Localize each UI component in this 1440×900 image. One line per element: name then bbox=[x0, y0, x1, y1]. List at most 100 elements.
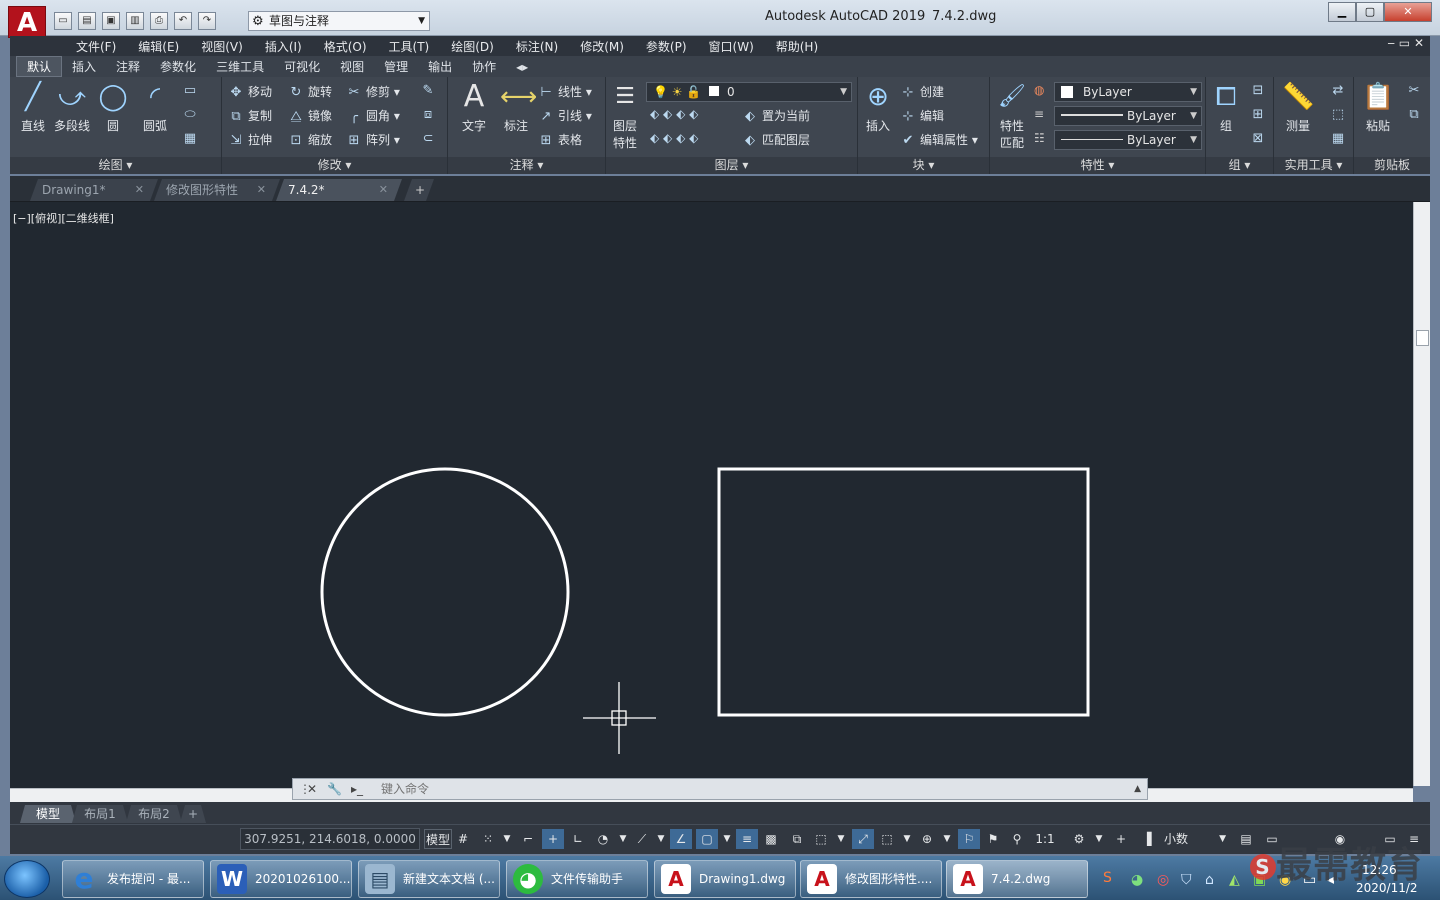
circle-button[interactable]: ◯ 圆 bbox=[96, 81, 130, 134]
menu-view[interactable]: 视图(V) bbox=[190, 38, 254, 55]
linear-button[interactable]: ⊢ 线性 ▾ bbox=[538, 83, 592, 100]
ungroup-icon[interactable]: ⊟ bbox=[1250, 83, 1270, 98]
sogou-icon[interactable]: S bbox=[1103, 870, 1112, 886]
snap-icon[interactable]: ⁙ bbox=[478, 829, 498, 849]
tab-output[interactable]: 输出 bbox=[418, 57, 462, 76]
panel-title-annotation[interactable]: 注释 ▾ bbox=[448, 157, 605, 174]
taskbar-item-notepad[interactable]: ▤ 新建文本文档 (... bbox=[358, 860, 500, 898]
maximize-button[interactable]: ▢ bbox=[1356, 2, 1384, 22]
match-properties-button[interactable]: 🖌 特性 匹配 bbox=[992, 81, 1032, 151]
vertical-scrollbar[interactable] bbox=[1413, 202, 1430, 786]
close-button[interactable]: ✕ bbox=[1384, 2, 1432, 22]
isodraft-icon[interactable]: ⟋ bbox=[632, 829, 652, 849]
menu-help[interactable]: 帮助(H) bbox=[765, 38, 829, 55]
quick-select-icon[interactable]: ⇄ bbox=[1330, 83, 1350, 98]
add-layout-button[interactable]: + bbox=[180, 805, 206, 823]
menu-draw[interactable]: 绘图(D) bbox=[440, 38, 505, 55]
fillet-button[interactable]: ╭ 圆角 ▾ bbox=[346, 107, 400, 124]
taskbar-item-wechat[interactable]: ◕ 文件传输助手 bbox=[506, 860, 648, 898]
panel-title-modify[interactable]: 修改 ▾ bbox=[222, 157, 447, 174]
group-button[interactable]: ⧠ 组 bbox=[1208, 81, 1244, 134]
taskbar-item-742[interactable]: A 7.4.2.dwg bbox=[946, 860, 1088, 898]
tab-layout1[interactable]: 布局1 bbox=[72, 805, 128, 823]
measure-button[interactable]: 📏 测量 bbox=[1278, 81, 1318, 134]
selection-filter-icon[interactable]: ⬚ bbox=[876, 829, 898, 849]
rectangle-button[interactable]: ▭ bbox=[182, 83, 202, 98]
chevron-down-icon[interactable]: ▼ bbox=[940, 829, 954, 849]
paste-button[interactable]: 📋 粘贴 bbox=[1358, 81, 1398, 134]
mirror-button[interactable]: ⧋ 镜像 bbox=[288, 107, 332, 124]
chevron-down-icon[interactable]: ▼ bbox=[616, 829, 630, 849]
print-icon[interactable]: ⎙ bbox=[150, 12, 168, 30]
erase-button[interactable]: ✎ bbox=[420, 83, 440, 98]
open-icon[interactable]: ▤ bbox=[78, 12, 96, 30]
move-button[interactable]: ✥ 移动 bbox=[228, 83, 272, 100]
save-icon[interactable]: ▣ bbox=[102, 12, 120, 30]
tab-3d-tools[interactable]: 三维工具 bbox=[206, 57, 274, 76]
menu-format[interactable]: 格式(O) bbox=[313, 38, 378, 55]
clock-time[interactable]: 12:26 bbox=[1362, 863, 1397, 877]
insert-block-button[interactable]: ⊕ 插入 bbox=[860, 81, 896, 134]
tab-insert[interactable]: 插入 bbox=[62, 57, 106, 76]
copy-button[interactable]: ⧉ 复制 bbox=[228, 107, 272, 124]
linetype-dropdown[interactable]: ByLayer ▼ bbox=[1054, 130, 1202, 150]
close-icon[interactable]: ✕ bbox=[135, 179, 144, 201]
chevron-down-icon[interactable]: ▼ bbox=[654, 829, 668, 849]
document-window-controls[interactable]: ‒ ▭ ✕ bbox=[1387, 36, 1424, 50]
ellipse-button[interactable]: ⬭ bbox=[182, 107, 202, 122]
ribbon-toggle-icon[interactable]: ◂▸ bbox=[506, 59, 538, 75]
menu-insert[interactable]: 插入(I) bbox=[254, 38, 313, 55]
doc-tab-742[interactable]: 7.4.2* ✕ bbox=[276, 179, 402, 201]
tab-default[interactable]: 默认 bbox=[16, 56, 63, 77]
close-icon[interactable]: ✕ bbox=[257, 179, 266, 201]
annotation-scale-icon[interactable]: ⚲ bbox=[1006, 829, 1028, 849]
menu-tools[interactable]: 工具(T) bbox=[378, 38, 441, 55]
selection-cycling-icon[interactable]: ⧉ bbox=[786, 829, 808, 849]
set-current-button[interactable]: ⬖ 置为当前 bbox=[742, 107, 810, 124]
annotation-scale-dropdown[interactable]: 1:1 ▼ bbox=[1030, 829, 1060, 866]
application-menu-button[interactable]: A bbox=[8, 6, 46, 38]
polyline-button[interactable]: ⤻ 多段线 bbox=[52, 81, 92, 134]
command-input[interactable] bbox=[381, 780, 1121, 798]
annotation-visibility-icon[interactable]: ⚐ bbox=[958, 829, 980, 849]
panel-title-block[interactable]: 块 ▾ bbox=[858, 157, 989, 174]
chevron-down-icon[interactable]: ▼ bbox=[500, 829, 514, 849]
doc-tab-modify[interactable]: 修改图形特性 ✕ bbox=[154, 179, 280, 201]
menu-window[interactable]: 窗口(W) bbox=[698, 38, 765, 55]
panel-title-properties[interactable]: 特性 ▾ bbox=[990, 157, 1205, 174]
panel-title-layers[interactable]: 图层 ▾ bbox=[606, 157, 857, 174]
units-dropdown[interactable]: 小数 ▼ bbox=[1160, 829, 1232, 849]
chevron-down-icon[interactable]: ▼ bbox=[1092, 829, 1106, 849]
tab-parametric[interactable]: 参数化 bbox=[150, 57, 206, 76]
tab-layout2[interactable]: 布局2 bbox=[126, 805, 182, 823]
grid-icon[interactable]: # bbox=[454, 829, 472, 849]
doc-tab-drawing1[interactable]: Drawing1* ✕ bbox=[30, 179, 158, 201]
viewport-controls[interactable]: [−][俯视][二维线框] bbox=[13, 210, 114, 226]
panel-title-draw[interactable]: 绘图 ▾ bbox=[10, 157, 221, 174]
group-select-icon[interactable]: ⊠ bbox=[1250, 131, 1270, 146]
infer-constraints-icon[interactable]: ⌐ bbox=[518, 829, 538, 849]
layer-tools-row-2[interactable]: ⬖ ⬖ ⬖ ⬖ bbox=[650, 131, 698, 145]
undo-icon[interactable]: ↶ bbox=[174, 12, 192, 30]
scroll-thumb[interactable] bbox=[1416, 330, 1429, 346]
command-history-icon[interactable]: ▲ bbox=[1134, 779, 1141, 799]
create-block-button[interactable]: ⊹ 创建 bbox=[900, 83, 944, 100]
layer-dropdown[interactable]: 💡 ☀ 🔓 0 ▼ bbox=[646, 82, 852, 102]
panel-title-groups[interactable]: 组 ▾ bbox=[1206, 157, 1273, 174]
taskbar-item-word[interactable]: W 20201026100... bbox=[210, 860, 352, 898]
model-space-button[interactable]: 模型 bbox=[424, 829, 452, 849]
arc-button[interactable]: ◜ 圆弧 bbox=[138, 81, 172, 134]
menu-dimension[interactable]: 标注(N) bbox=[505, 38, 569, 55]
group-edit-icon[interactable]: ⊞ bbox=[1250, 107, 1270, 122]
menu-modify[interactable]: 修改(M) bbox=[569, 38, 635, 55]
plus-icon[interactable]: + bbox=[1110, 829, 1132, 849]
polar-icon[interactable]: ◔ bbox=[592, 829, 614, 849]
line-button[interactable]: ╱ 直线 bbox=[16, 81, 50, 134]
app-tray-icon[interactable]: ◭ bbox=[1229, 872, 1240, 888]
text-button[interactable]: A 文字 bbox=[456, 81, 492, 134]
edit-block-button[interactable]: ⊹ 编辑 bbox=[900, 107, 944, 124]
wechat-tray-icon[interactable]: ◕ bbox=[1131, 872, 1143, 888]
command-prompt-icon[interactable]: ▸_ bbox=[351, 779, 363, 799]
lineweight-dropdown[interactable]: ByLayer ▼ bbox=[1054, 106, 1202, 126]
save-as-icon[interactable]: ▥ bbox=[126, 12, 144, 30]
